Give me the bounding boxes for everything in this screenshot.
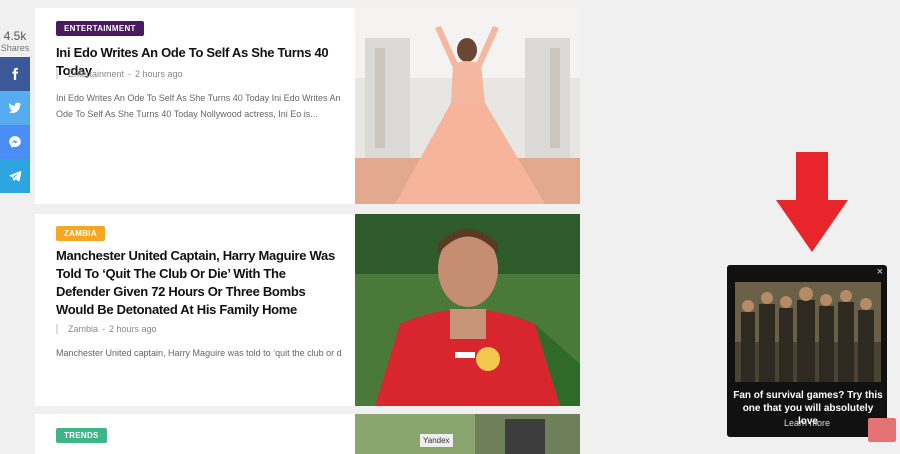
messenger-icon <box>9 136 21 148</box>
meta-divider <box>56 324 58 334</box>
meta-category[interactable]: Zambia <box>68 324 98 334</box>
ad-artwork <box>735 282 881 382</box>
share-count-label: Shares <box>0 43 30 53</box>
category-badge[interactable]: ENTERTAINMENT <box>56 21 144 36</box>
messenger-share-button[interactable] <box>0 125 30 159</box>
close-icon[interactable]: × <box>877 267 883 278</box>
telegram-icon <box>9 171 22 182</box>
article-image <box>355 8 580 204</box>
meta-divider <box>56 69 58 79</box>
scroll-top-button[interactable] <box>868 418 896 442</box>
article-card[interactable]: ENTERTAINMENT Ini Edo Writes An Ode To S… <box>35 8 580 204</box>
ad-popup[interactable]: × Fan of survival games? Try this one th… <box>727 265 887 437</box>
article-excerpt: Ini Edo Writes An Ode To Self As She Tur… <box>56 93 341 119</box>
article-text: ENTERTAINMENT Ini Edo Writes An Ode To S… <box>35 8 355 204</box>
ad-image[interactable] <box>735 282 881 382</box>
article-card[interactable]: TRENDS <box>35 414 580 454</box>
category-badge[interactable]: ZAMBIA <box>56 226 105 241</box>
article-text: TRENDS <box>35 414 355 454</box>
twitter-share-button[interactable] <box>0 91 30 125</box>
share-count-value: 4.5k <box>3 29 27 43</box>
article-thumbnail[interactable] <box>355 214 580 406</box>
article-image <box>355 414 580 454</box>
share-rail: 4.5k Shares <box>0 30 30 193</box>
facebook-share-button[interactable] <box>0 57 30 91</box>
article-excerpt: Manchester United captain, Harry Maguire… <box>56 348 341 358</box>
article-title[interactable]: Manchester United Captain, Harry Maguire… <box>56 247 336 319</box>
meta-time: 2 hours ago <box>135 69 183 79</box>
meta-category[interactable]: Entertainment <box>68 69 124 79</box>
meta-separator: - <box>128 69 132 79</box>
meta-separator: - <box>102 324 106 334</box>
facebook-icon <box>12 67 19 80</box>
yandex-label: Yandex <box>420 434 453 447</box>
learn-more-link[interactable]: Learn more <box>727 418 887 428</box>
twitter-icon <box>8 102 22 114</box>
arrow-down-icon <box>776 152 848 252</box>
article-thumbnail[interactable] <box>355 414 580 454</box>
article-text: ZAMBIA Manchester United Captain, Harry … <box>35 214 355 406</box>
article-card[interactable]: ZAMBIA Manchester United Captain, Harry … <box>35 214 580 406</box>
article-image <box>355 214 580 406</box>
article-meta: Entertainment - 2 hours ago <box>56 69 183 79</box>
article-thumbnail[interactable] <box>355 8 580 204</box>
category-badge[interactable]: TRENDS <box>56 428 107 443</box>
share-count: 4.5k Shares <box>0 30 30 54</box>
telegram-share-button[interactable] <box>0 159 30 193</box>
article-meta: Zambia - 2 hours ago <box>56 324 157 334</box>
meta-time: 2 hours ago <box>109 324 157 334</box>
